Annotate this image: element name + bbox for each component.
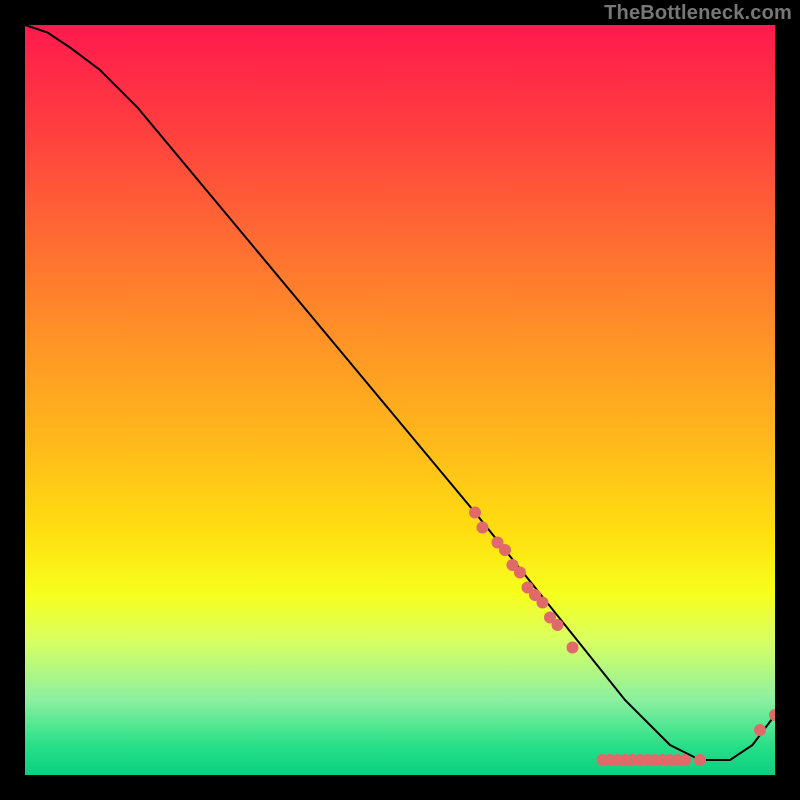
watermark: TheBottleneck.com <box>604 2 792 25</box>
data-marker <box>769 709 775 721</box>
data-marker <box>694 754 706 766</box>
plot-area <box>25 25 775 775</box>
data-marker <box>477 522 489 534</box>
chart-container: TheBottleneck.com <box>0 0 800 800</box>
markers-group <box>469 507 775 767</box>
curve-line <box>25 25 775 760</box>
chart-svg <box>25 25 775 775</box>
data-marker <box>552 619 564 631</box>
data-marker <box>679 754 691 766</box>
data-marker <box>567 642 579 654</box>
data-marker <box>754 724 766 736</box>
data-marker <box>514 567 526 579</box>
data-marker <box>499 544 511 556</box>
data-marker <box>537 597 549 609</box>
data-marker <box>469 507 481 519</box>
